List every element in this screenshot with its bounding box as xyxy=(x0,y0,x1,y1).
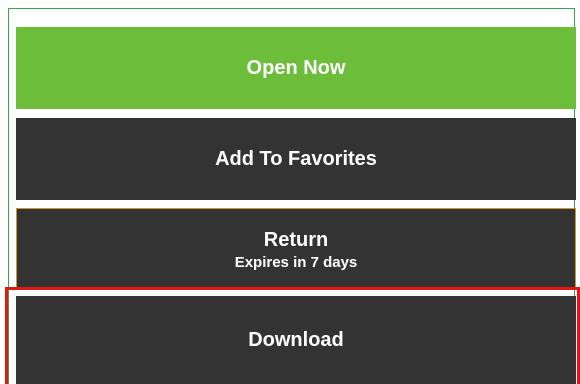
add-to-favorites-label: Add To Favorites xyxy=(215,147,377,170)
download-label: Download xyxy=(248,328,344,351)
open-now-label: Open Now xyxy=(246,56,346,79)
download-button[interactable]: Download xyxy=(16,296,576,384)
return-label: Return xyxy=(263,228,329,251)
return-button[interactable]: Return Expires in 7 days xyxy=(16,208,576,288)
add-to-favorites-button[interactable]: Add To Favorites xyxy=(16,118,576,200)
open-now-button[interactable]: Open Now xyxy=(16,27,576,109)
return-expiry-text: Expires in 7 days xyxy=(234,253,358,271)
